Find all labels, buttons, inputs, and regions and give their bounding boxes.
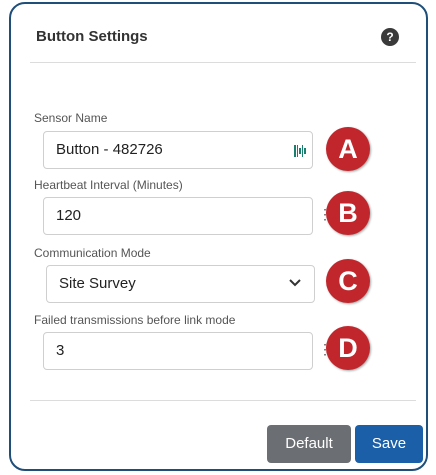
callout-d: D — [326, 326, 370, 370]
communication-mode-label: Communication Mode — [34, 246, 151, 260]
communication-mode-value: Site Survey — [59, 275, 136, 292]
callout-b: B — [326, 191, 370, 235]
sensor-name-label: Sensor Name — [34, 111, 108, 125]
heartbeat-interval-label: Heartbeat Interval (Minutes) — [34, 178, 183, 192]
barcode-scan-icon[interactable] — [294, 144, 308, 158]
callout-c: C — [326, 259, 370, 303]
header-divider — [30, 62, 416, 63]
default-button[interactable]: Default — [267, 425, 351, 463]
panel-title: Button Settings — [36, 28, 148, 45]
chevron-down-icon — [289, 279, 301, 287]
communication-mode-select[interactable]: Site Survey — [46, 265, 315, 303]
failed-transmissions-input[interactable]: 3 — [43, 332, 313, 370]
sensor-name-input[interactable]: Button - 482726 — [43, 131, 313, 169]
save-button[interactable]: Save — [355, 425, 423, 463]
failed-transmissions-label: Failed transmissions before link mode — [34, 313, 236, 327]
callout-a: A — [326, 127, 370, 171]
footer-divider — [30, 400, 416, 401]
help-icon[interactable]: ? — [381, 28, 399, 46]
heartbeat-interval-input[interactable]: 120 — [43, 197, 313, 235]
